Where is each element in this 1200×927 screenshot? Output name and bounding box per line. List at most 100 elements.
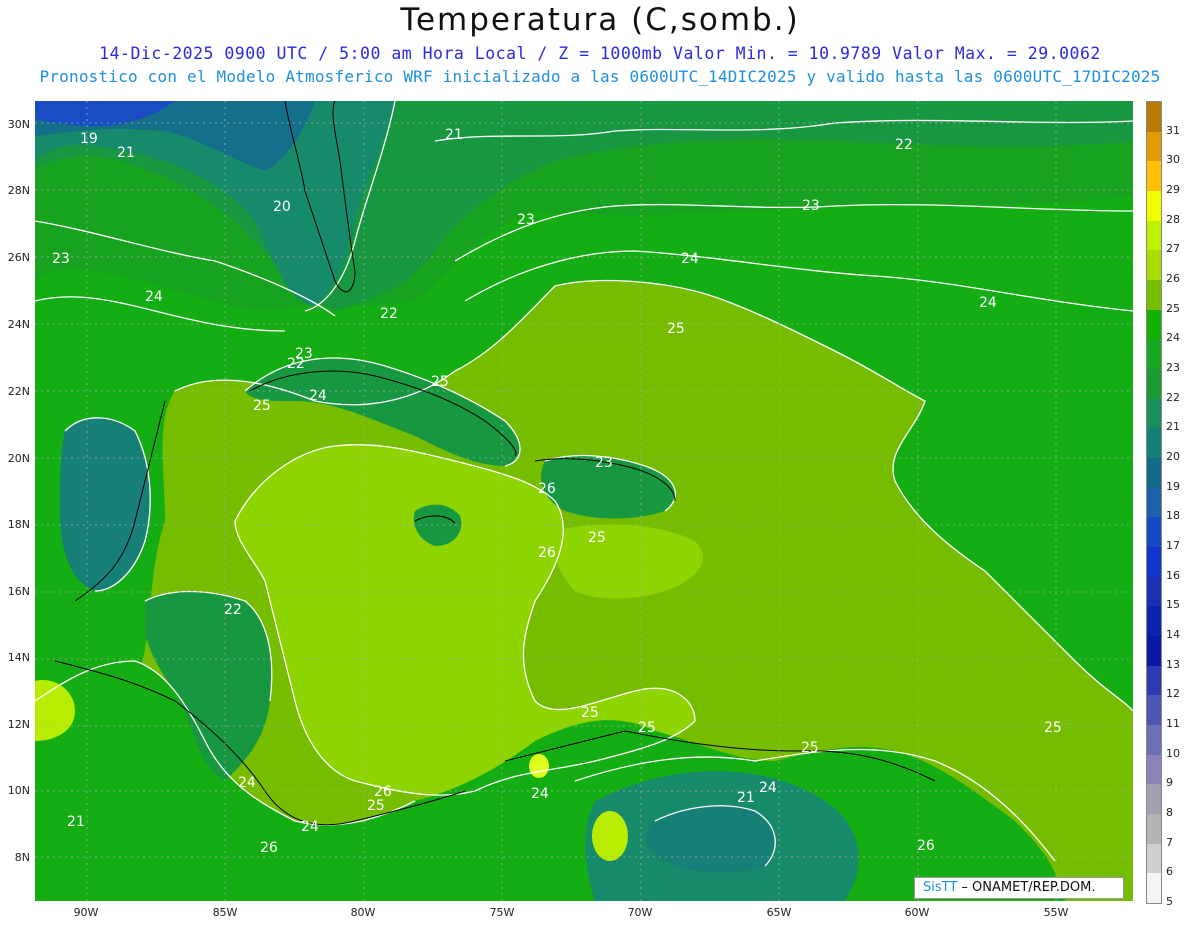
colorbar-label: 25 xyxy=(1166,301,1180,315)
colorbar-label: 7 xyxy=(1166,835,1173,849)
lon-label: 85W xyxy=(212,906,238,919)
lat-label: 8N xyxy=(14,851,30,864)
zone-28-maracaibo xyxy=(529,754,549,778)
colorbar-segment xyxy=(1147,131,1161,162)
contour-label: 26 xyxy=(374,784,392,800)
lat-label: 12N xyxy=(7,718,30,731)
colorbar-label: 9 xyxy=(1166,776,1173,790)
zone-27-venezuela xyxy=(592,811,628,861)
contour-label: 24 xyxy=(531,786,549,802)
colorbar-segment xyxy=(1147,754,1161,785)
colorbar-label: 10 xyxy=(1166,746,1180,760)
colorbar-label: 16 xyxy=(1166,568,1180,582)
colorbar-label: 12 xyxy=(1166,687,1180,701)
contour-label: 26 xyxy=(538,481,556,497)
colorbar-label: 28 xyxy=(1166,212,1180,226)
contour-label: 23 xyxy=(517,212,535,228)
colorbar-label: 17 xyxy=(1166,539,1180,552)
lat-label: 20N xyxy=(7,452,30,465)
contour-label: 25 xyxy=(638,720,656,736)
contour-label: 25 xyxy=(667,321,685,337)
lat-label: 26N xyxy=(7,251,30,264)
colorbar-segment xyxy=(1147,487,1161,518)
lon-label: 75W xyxy=(489,906,515,919)
colorbar-segment xyxy=(1147,665,1161,696)
colorbar-segment xyxy=(1147,398,1161,429)
contour-label: 22 xyxy=(380,306,398,322)
credit-box: SisTT – ONAMET/REP.DOM. xyxy=(914,877,1124,899)
colorbar-segment xyxy=(1147,161,1161,192)
colorbar-label: 20 xyxy=(1166,450,1180,463)
lat-label: 18N xyxy=(7,518,30,531)
lat-label: 24N xyxy=(7,318,30,331)
colorbar-label: 18 xyxy=(1166,509,1180,523)
contour-label: 25 xyxy=(588,530,606,546)
colorbar-segment xyxy=(1147,784,1161,815)
colorbar-segment xyxy=(1147,220,1161,251)
contour-label: 25 xyxy=(253,398,271,414)
contour-label: 24 xyxy=(759,780,777,796)
colorbar-label: 23 xyxy=(1166,361,1180,374)
contour-label: 26 xyxy=(917,838,935,854)
contour-label: 22 xyxy=(895,137,913,153)
contour-label: 25 xyxy=(801,740,819,756)
colorbar-segment xyxy=(1147,102,1161,133)
contour-label: 21 xyxy=(737,790,755,806)
colorbar-label: 14 xyxy=(1166,628,1180,641)
colorbar-label: 6 xyxy=(1166,865,1173,879)
colorbar-label: 22 xyxy=(1166,390,1180,404)
map-title: Temperatura (C,somb.) xyxy=(400,2,800,38)
contour-label: 23 xyxy=(595,455,613,471)
lat-label: 30N xyxy=(7,118,30,131)
colorbar-label: 8 xyxy=(1166,806,1173,819)
onamet-credit: – ONAMET/REP.DOM. xyxy=(957,880,1096,895)
colorbar-label: 15 xyxy=(1166,598,1180,612)
contour-label: 21 xyxy=(67,814,85,830)
contour-label: 24 xyxy=(301,819,319,835)
colorbar-segment xyxy=(1147,873,1161,904)
colorbar-label: 31 xyxy=(1166,123,1180,137)
lat-label: 28N xyxy=(7,184,30,197)
lon-label: 90W xyxy=(73,906,99,919)
lon-label: 60W xyxy=(904,906,930,919)
colorbar-segment xyxy=(1147,250,1161,281)
colorbar-segment xyxy=(1147,369,1161,400)
contour-label: 25 xyxy=(431,374,449,390)
lon-label: 70W xyxy=(627,906,653,919)
colorbar-label: 11 xyxy=(1166,717,1180,730)
lat-label: 14N xyxy=(7,651,30,664)
lat-label: 22N xyxy=(7,385,30,398)
contour-label: 24 xyxy=(681,251,699,267)
colorbar-label: 26 xyxy=(1166,272,1180,285)
colorbar-label: 5 xyxy=(1166,895,1173,908)
colorbar-segment xyxy=(1147,458,1161,489)
colorbar-segment xyxy=(1147,576,1161,607)
colorbar-segment xyxy=(1147,814,1161,845)
lon-label: 55W xyxy=(1043,906,1069,919)
contour-label: 20 xyxy=(273,199,291,215)
colorbar-segment xyxy=(1147,636,1161,667)
lon-label: 65W xyxy=(766,906,792,919)
colorbar-segment xyxy=(1147,725,1161,756)
colorbar-segment xyxy=(1147,280,1161,311)
contour-label: 21 xyxy=(445,127,463,143)
contour-label: 19 xyxy=(80,131,98,147)
sispi-brand: SisTT xyxy=(923,880,958,895)
contour-label: 26 xyxy=(538,545,556,561)
contour-label: 24 xyxy=(145,289,163,305)
colorbar-label: 19 xyxy=(1166,479,1180,493)
lon-label: 80W xyxy=(350,906,376,919)
colorbar-segment xyxy=(1147,843,1161,874)
contour-label: 23 xyxy=(295,346,313,362)
temperature-map-svg: 19 21 20 21 22 23 23 24 24 22 23 25 25 2… xyxy=(35,101,1133,901)
colorbar-segment xyxy=(1147,517,1161,548)
colorbar-segment xyxy=(1147,191,1161,222)
temperature-colorbar xyxy=(1146,101,1162,904)
colorbar-segment xyxy=(1147,309,1161,340)
temperature-map: 19 21 20 21 22 23 23 24 24 22 23 25 25 2… xyxy=(35,101,1133,901)
colorbar-segment xyxy=(1147,339,1161,370)
colorbar-segment xyxy=(1147,547,1161,578)
contour-label: 25 xyxy=(367,798,385,814)
contour-label: 26 xyxy=(260,840,278,856)
model-info-subtitle: Pronostico con el Modelo Atmosferico WRF… xyxy=(39,67,1161,86)
